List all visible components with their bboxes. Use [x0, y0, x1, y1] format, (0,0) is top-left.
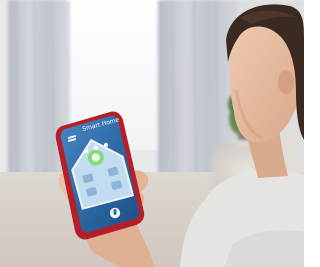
- scene-svg: Smart Home: [0, 0, 304, 267]
- photo-scene: Smart Home: [0, 0, 304, 267]
